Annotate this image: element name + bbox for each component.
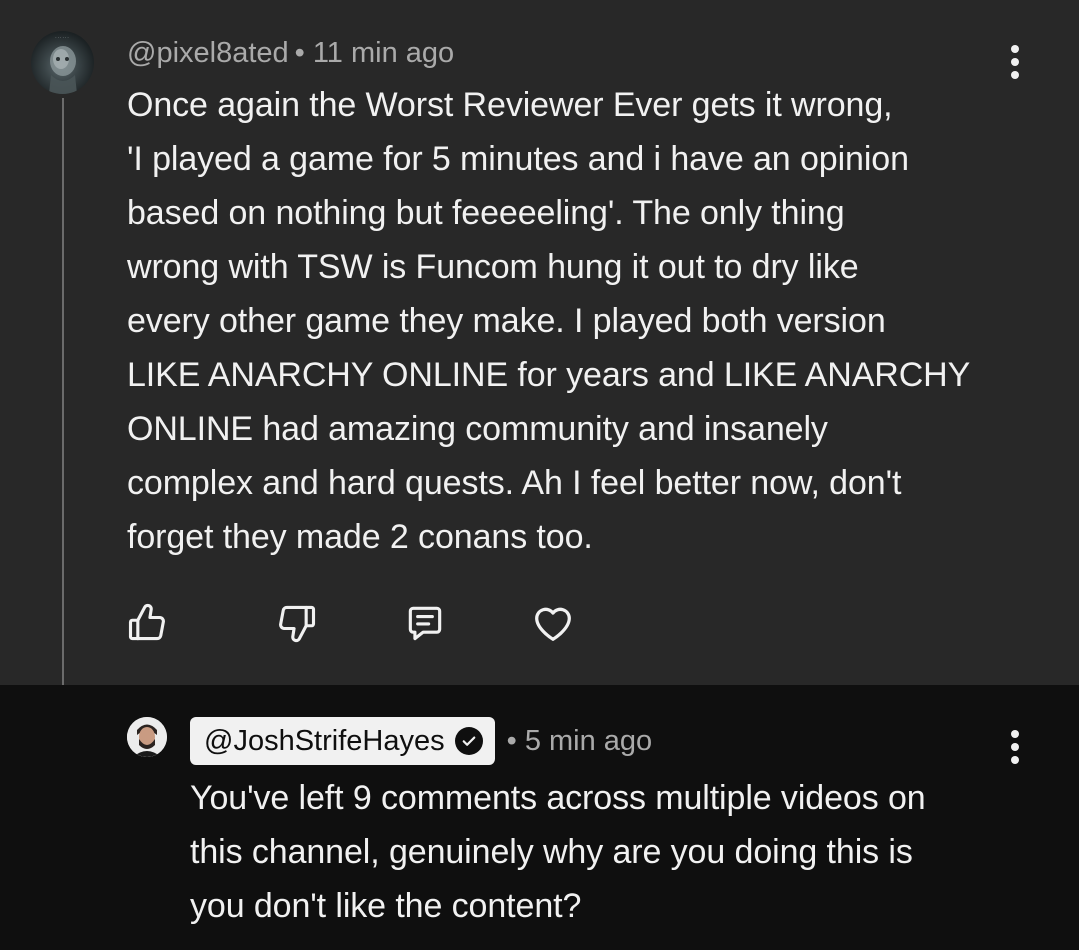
thumbs-up-icon: [128, 603, 165, 641]
meta-separator: •: [294, 37, 305, 69]
parent-comment-meta: @pixel8ated • 11 min ago: [127, 34, 454, 72]
comment-thread: · · · · · · @pixel8ated • 11 min ago Once …: [0, 0, 1079, 950]
heart-icon: [535, 607, 571, 641]
reply-comment-meta: @JoshStrifeHayes • 5 min ago: [190, 717, 652, 765]
parent-author-handle[interactable]: @pixel8ated: [127, 37, 289, 69]
parent-comment-text: Once again the Worst Reviewer Ever gets …: [127, 86, 971, 556]
like-button[interactable]: [122, 598, 172, 648]
parent-comment-time[interactable]: 11 min ago: [313, 37, 454, 69]
verified-check-icon: [454, 727, 483, 755]
creator-handle-badge[interactable]: @JoshStrifeHayes: [190, 717, 495, 765]
thread-connector-line: [62, 98, 118, 736]
thumbs-down-icon: [279, 605, 316, 643]
parent-author-avatar[interactable]: · · · · · ·: [31, 31, 94, 94]
more-vertical-icon[interactable]: [1000, 725, 1030, 769]
dislike-button[interactable]: [272, 598, 322, 648]
reply-author-avatar[interactable]: [127, 717, 167, 757]
reply-comment-text: You've left 9 comments across multiple v…: [190, 779, 926, 925]
svg-text:· · · · · ·: · · · · · ·: [55, 35, 69, 40]
reply-button[interactable]: [400, 598, 450, 648]
reply-author-handle: @JoshStrifeHayes: [204, 724, 445, 757]
reply-icon: [408, 606, 442, 641]
meta-separator: •: [506, 724, 517, 757]
heart-button[interactable]: [528, 598, 578, 648]
reply-comment-time[interactable]: 5 min ago: [525, 725, 652, 757]
